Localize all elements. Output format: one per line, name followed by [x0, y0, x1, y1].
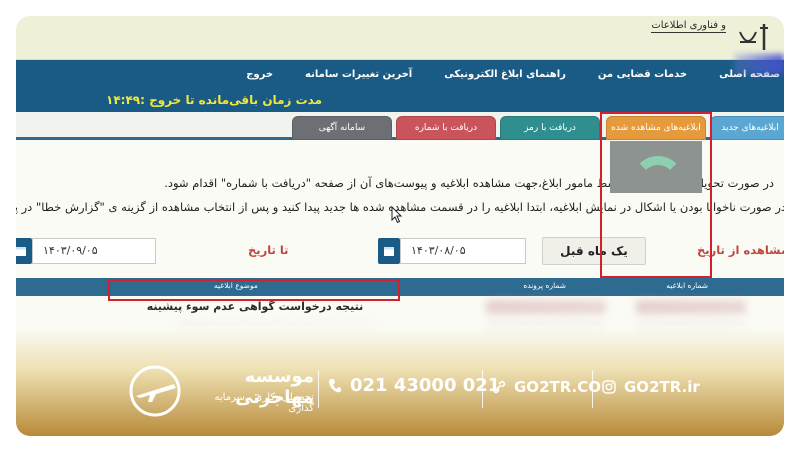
instagram-link[interactable]: GO2TR.ir: [602, 378, 700, 396]
website-url: GO2TR.CO: [514, 378, 602, 396]
scales-logo-icon: [739, 24, 768, 50]
tab-receive-by-number[interactable]: دریافت با شماره: [396, 116, 496, 140]
phone-icon: [328, 378, 342, 394]
table-header: شماره ابلاغیه شماره پرونده موضوع ابلاغیه: [16, 278, 784, 296]
plane-logo-icon: [129, 365, 181, 417]
to-date-label: تا تاریخ: [248, 243, 289, 257]
loading-spinner-icon: [632, 156, 684, 208]
to-calendar-button[interactable]: [16, 238, 32, 264]
website-link[interactable]: GO2TR.CO: [492, 378, 601, 396]
phone-contact[interactable]: 021 43000 021: [328, 375, 500, 396]
blurred-case-number: [486, 300, 606, 314]
session-timer: مدت زمان باقی‌مانده تا خروج :۱۴:۴۹: [106, 93, 323, 107]
col-notice-number: شماره ابلاغیه: [666, 281, 708, 290]
tabs-row: ابلاغیه‌های جدید ابلاغیه‌های مشاهده شده …: [16, 112, 784, 140]
col-notice-subject: موضوع ابلاغیه: [214, 281, 258, 290]
tab-new-notices[interactable]: ابلاغیه‌های جدید: [710, 116, 784, 140]
from-date-input[interactable]: ۱۴۰۳/۰۸/۰۵: [400, 238, 526, 264]
nav-e-notice-guide[interactable]: راهنمای ابلاغ الکترونیکی: [428, 60, 582, 90]
prev-month-button[interactable]: یک ماه قبل: [542, 237, 646, 265]
table-row-subject[interactable]: نتیجه درخواست گواهی عدم سوء پیشینه: [110, 298, 400, 316]
header-org-name: و فناوری اطلاعات: [651, 20, 726, 33]
brand-tagline: تحصیلی ،کاری ، سرمایه گذاری: [214, 392, 314, 414]
from-calendar-button[interactable]: [378, 238, 400, 264]
footer-divider: [318, 370, 319, 408]
instagram-handle: GO2TR.ir: [624, 378, 700, 396]
nav-my-services[interactable]: خدمات قضایی من: [582, 60, 703, 90]
screenshot-frame: و فناوری اطلاعات صفحه اصلی خدمات قضایی م…: [16, 16, 784, 436]
calendar-icon: [384, 247, 394, 256]
footer-divider: [482, 370, 483, 408]
link-icon: [492, 380, 506, 394]
phone-number: 021 43000 021: [350, 375, 501, 396]
nav-logout[interactable]: خروج: [230, 60, 289, 90]
tab-ads-system[interactable]: سامانه آگهی: [292, 116, 392, 140]
footer-divider: [592, 370, 593, 408]
mouse-cursor-icon: [391, 206, 403, 224]
main-navbar: صفحه اصلی خدمات قضایی من راهنمای ابلاغ ا…: [16, 60, 784, 90]
instagram-icon: [602, 380, 616, 394]
calendar-icon: [16, 247, 26, 256]
date-filter-row: مشاهده از تاریخ یک ماه قبل ۱۴۰۳/۰۸/۰۵ تا…: [16, 236, 784, 266]
blurred-user-area: [734, 54, 784, 74]
col-case-number: شماره پرونده: [523, 281, 566, 290]
blurred-notice-number: [636, 300, 746, 314]
to-date-input[interactable]: ۱۴۰۳/۰۹/۰۵: [32, 238, 156, 264]
session-bar: مدت زمان باقی‌مانده تا خروج :۱۴:۴۹: [16, 90, 784, 112]
branding-footer: موسسه مهاجرتی تحصیلی ،کاری ، سرمایه گذار…: [16, 356, 784, 436]
tab-receive-by-password[interactable]: دریافت با رمز: [500, 116, 600, 140]
nav-latest-changes[interactable]: آخرین تغییرات سامانه: [289, 60, 428, 90]
site-header: و فناوری اطلاعات: [16, 16, 784, 60]
from-date-label: مشاهده از تاریخ: [697, 243, 784, 257]
tab-viewed-notices[interactable]: ابلاغیه‌های مشاهده شده: [606, 116, 706, 140]
